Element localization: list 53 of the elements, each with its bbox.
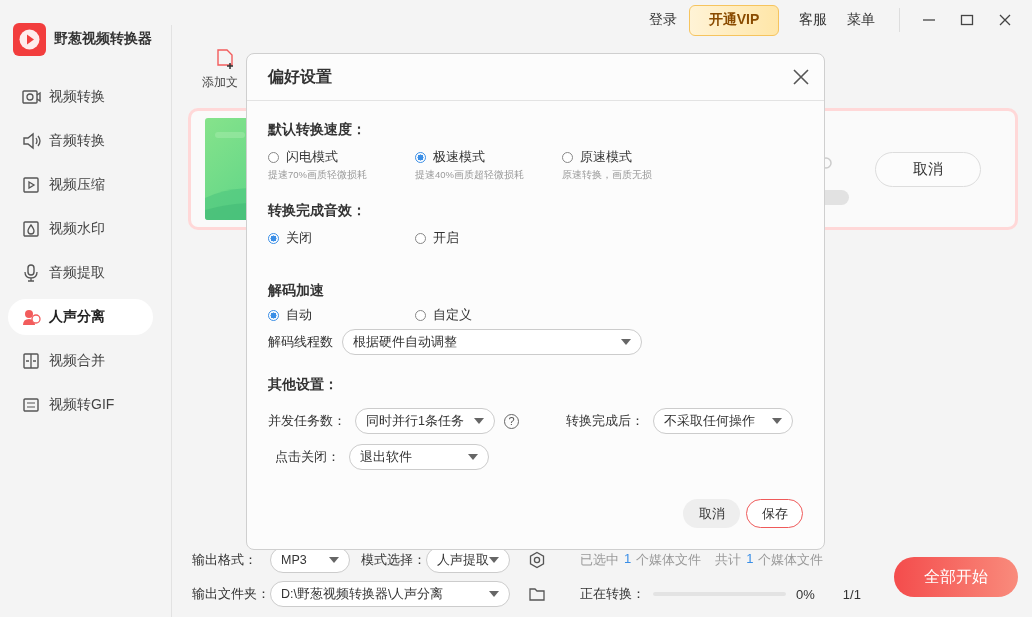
format-label: 输出格式：: [192, 551, 258, 569]
cancel-button[interactable]: 取消: [683, 499, 740, 528]
count-text: 个媒体文件: [636, 551, 702, 569]
menu-link[interactable]: 菜单: [837, 11, 885, 29]
field-label: 转换完成后：: [566, 412, 644, 430]
folder-dropdown[interactable]: D:\野葱视频转换器\人声分离: [270, 581, 510, 607]
option-label[interactable]: 极速模式: [433, 148, 485, 166]
section-heading: 解码加速: [268, 282, 325, 300]
count-text: 共计: [715, 551, 742, 569]
dialog-title: 偏好设置: [268, 66, 332, 87]
mode-label: 模式选择：: [361, 551, 426, 569]
threads-dropdown[interactable]: 根据硬件自动调整: [342, 329, 642, 355]
option-label[interactable]: 闪电模式: [286, 148, 338, 166]
field-label: 点击关闭：: [274, 448, 340, 466]
count-number: 1: [746, 551, 754, 568]
option-label[interactable]: 开启: [433, 229, 459, 247]
sidebar-item[interactable]: 人声分离: [8, 299, 153, 335]
vip-button[interactable]: 开通VIP: [689, 4, 779, 36]
option-label[interactable]: 关闭: [286, 229, 312, 247]
sidebar-item[interactable]: 视频压缩: [8, 167, 153, 203]
add-file-button[interactable]: 添加文: [202, 40, 252, 91]
section-heading: 转换完成音效：: [268, 202, 367, 220]
sidebar-item[interactable]: 视频转GIF: [8, 387, 153, 423]
sidebar-item[interactable]: 视频转换: [8, 79, 153, 115]
folder-label: 输出文件夹：: [192, 585, 270, 603]
count-number: 1: [624, 551, 632, 568]
field-label: 并发任务数：: [268, 412, 346, 430]
service-link[interactable]: 客服: [789, 11, 837, 29]
option-hint: 提速70%画质轻微损耗: [268, 169, 368, 182]
option-label[interactable]: 原速模式: [580, 148, 632, 166]
progress-percent: 0%: [796, 586, 815, 602]
sidebar-item[interactable]: 音频提取: [8, 255, 153, 291]
option-hint: 原速转换，画质无损: [562, 169, 653, 182]
field-label: 解码线程数: [268, 333, 333, 351]
save-button[interactable]: 保存: [746, 499, 803, 528]
count-text: 个媒体文件: [758, 551, 824, 569]
sidebar-item[interactable]: 视频水印: [8, 211, 153, 247]
sidebar-item[interactable]: 视频合并: [8, 343, 153, 379]
option-hint: 提速40%画质超轻微损耗: [415, 169, 525, 182]
after-dropdown[interactable]: 不采取任何操作: [653, 408, 793, 434]
concurrent-dropdown[interactable]: 同时并行1条任务: [355, 408, 495, 434]
count-text: 已选中: [580, 551, 619, 569]
close-action-dropdown[interactable]: 退出软件: [349, 444, 489, 470]
progress-label: 正在转换：: [580, 585, 645, 603]
sidebar-item[interactable]: 音频转换: [8, 123, 153, 159]
login-link[interactable]: 登录: [639, 11, 687, 29]
section-heading: 其他设置：: [268, 376, 339, 394]
option-label[interactable]: 自定义: [433, 306, 472, 324]
app-name: 野葱视频转换器: [54, 30, 152, 48]
section-heading: 默认转换速度：: [268, 121, 367, 139]
cancel-button[interactable]: 取消: [875, 151, 981, 187]
option-label[interactable]: 自动: [286, 306, 312, 324]
file-counter: 1/1: [842, 586, 861, 602]
